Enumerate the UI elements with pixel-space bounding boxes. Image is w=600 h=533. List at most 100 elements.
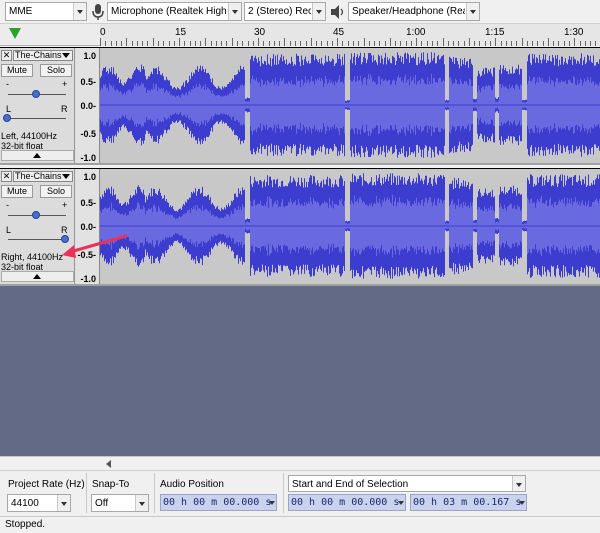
selection-mode-select[interactable]: Start and End of Selection: [288, 475, 526, 492]
ruler-tick: [284, 38, 286, 46]
play-head-icon[interactable]: [9, 28, 21, 39]
pan-slider-track[interactable]: [8, 239, 66, 240]
close-track-button[interactable]: ✕: [1, 50, 12, 61]
gain-plus-label: +: [62, 200, 68, 210]
snap-to-select[interactable]: Off: [91, 494, 149, 512]
ruler-tick: [453, 41, 455, 46]
playback-device-select[interactable]: Speaker/Headphone (Realt: [348, 2, 480, 21]
ruler-tick: [326, 41, 328, 46]
scale-label: -1.0: [80, 153, 96, 163]
selection-start-field[interactable]: 00 h 00 m 00.000 s: [288, 494, 406, 511]
ruler-tick: [511, 41, 513, 46]
scroll-left-icon[interactable]: [106, 460, 111, 468]
ruler-tick: [242, 41, 244, 46]
solo-button[interactable]: Solo: [40, 185, 72, 198]
pan-slider-track[interactable]: [8, 118, 66, 119]
recording-device-select[interactable]: Microphone (Realtek High I: [107, 2, 242, 21]
ruler-tick: [405, 41, 407, 46]
audio-position-value: 00 h 00 m 00.000 s: [163, 497, 272, 508]
scale-label: 0.5-: [80, 77, 96, 87]
pan-left-label: L: [6, 104, 12, 114]
ruler-tick: [200, 41, 202, 46]
ruler-tick: [268, 41, 270, 46]
ruler-tick: [553, 41, 555, 46]
ruler-tick: [337, 38, 339, 46]
snap-to-label: Snap-To: [92, 479, 130, 490]
gain-slider-handle[interactable]: [32, 211, 40, 219]
close-track-button[interactable]: ✕: [1, 171, 12, 182]
ruler-tick-label: 1:00: [406, 27, 426, 38]
timeline-ruler[interactable]: 0 15 30 45 1:00 1:15 1:30: [0, 24, 600, 46]
horizontal-scrollbar[interactable]: [0, 456, 600, 470]
ruler-tick: [263, 41, 265, 46]
gain-minus-label: -: [6, 200, 9, 210]
ruler-tick: [331, 41, 333, 46]
track-area-background[interactable]: [0, 286, 600, 456]
ruler-tick: [463, 41, 465, 46]
ruler-tick: [389, 38, 391, 46]
ruler-tick: [474, 41, 476, 46]
waveform-display[interactable]: [100, 48, 600, 163]
audio-position-field[interactable]: 00 h 00 m 00.000 s: [160, 494, 277, 511]
ruler-tick: [157, 41, 159, 46]
ruler-tick: [468, 38, 470, 46]
annotation-arrow-icon: [62, 234, 128, 258]
toolbar-separator: [154, 473, 155, 513]
waveform-display[interactable]: [100, 169, 600, 284]
ruler-tick: [516, 41, 518, 46]
ruler-tick: [142, 41, 144, 46]
ruler-tick: [300, 41, 302, 46]
ruler-tick-label: 1:15: [485, 27, 505, 38]
ruler-tick: [289, 41, 291, 46]
collapse-track-button[interactable]: [1, 150, 74, 161]
ruler-tick: [215, 41, 217, 46]
mute-button[interactable]: Mute: [1, 64, 33, 77]
audio-host-select[interactable]: MME: [5, 2, 87, 21]
chevron-down-icon: [228, 3, 241, 20]
ruler-tick: [590, 41, 592, 46]
ruler-tick: [279, 41, 281, 46]
ruler-tick: [252, 41, 254, 46]
project-rate-select[interactable]: 44100: [7, 494, 71, 512]
chevron-down-icon: [135, 495, 148, 511]
ruler-tick: [379, 41, 381, 46]
mute-button[interactable]: Mute: [1, 185, 33, 198]
ruler-tick: [558, 41, 560, 46]
recording-channels-value: 2 (Stereo) Recor: [248, 6, 311, 17]
ruler-tick: [532, 41, 534, 46]
ruler-tick: [416, 38, 418, 46]
ruler-tick-label: 15: [175, 27, 187, 38]
ruler-tick: [426, 41, 428, 46]
selection-toolbar: Project Rate (Hz) 44100 Snap-To Off Audi…: [0, 470, 600, 516]
project-rate-value: 44100: [11, 498, 39, 509]
project-rate-label: Project Rate (Hz): [8, 479, 85, 490]
audio-track-right: ✕ The-Chains Mute Solo - + L R Right, 44…: [0, 168, 600, 286]
ruler-tick: [163, 41, 165, 46]
ruler-tick: [495, 38, 497, 46]
ruler-tick: [595, 41, 597, 46]
ruler-tick: [110, 41, 112, 46]
ruler-tick-label: 45: [333, 27, 345, 38]
ruler-tick: [152, 38, 154, 46]
ruler-tick: [310, 38, 312, 46]
selection-end-field[interactable]: 00 h 03 m 00.167 s: [410, 494, 527, 511]
recording-device-value: Microphone (Realtek High I: [111, 6, 227, 17]
scale-label: -1.0: [80, 274, 96, 284]
gain-slider-handle[interactable]: [32, 90, 40, 98]
ruler-tick: [547, 38, 549, 46]
ruler-tick: [358, 41, 360, 46]
track-name-menu[interactable]: The-Chains: [13, 50, 73, 61]
recording-channels-select[interactable]: 2 (Stereo) Recor: [244, 2, 326, 21]
audio-host-value: MME: [9, 6, 33, 17]
pan-slider-handle[interactable]: [3, 114, 11, 122]
track-name-menu[interactable]: The-Chains: [13, 171, 73, 182]
scale-label: 0.0-: [80, 101, 96, 111]
ruler-scale[interactable]: 0 15 30 45 1:00 1:15 1:30: [100, 24, 600, 46]
collapse-track-button[interactable]: [1, 271, 74, 282]
ruler-tick: [179, 38, 181, 46]
toolbar-separator: [86, 473, 87, 513]
chevron-down-icon: [57, 495, 70, 511]
selection-end-value: 00 h 03 m 00.167 s: [413, 497, 522, 508]
solo-button[interactable]: Solo: [40, 64, 72, 77]
ruler-tick: [537, 41, 539, 46]
